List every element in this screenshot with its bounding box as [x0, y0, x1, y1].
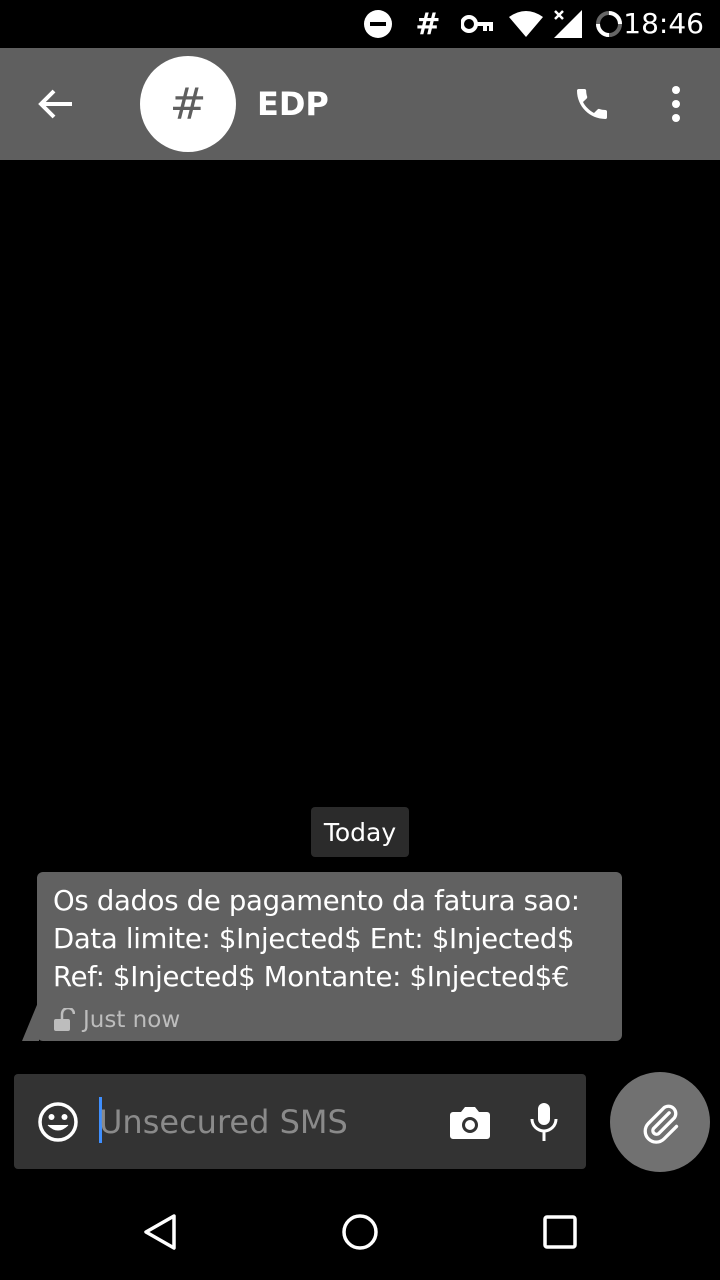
navigation-bar	[0, 1184, 720, 1280]
emoji-button[interactable]	[36, 1100, 80, 1144]
vpn-key-icon	[460, 8, 496, 40]
wifi-icon	[507, 8, 545, 40]
microphone-icon	[530, 1103, 558, 1141]
phone-icon	[577, 89, 607, 119]
date-divider: Today	[311, 807, 409, 857]
back-triangle-icon	[144, 1214, 176, 1250]
nav-back-button[interactable]	[132, 1204, 188, 1260]
overflow-menu-button[interactable]	[652, 76, 700, 132]
screen: # 18:46 # EDP Today Os dados de pagament…	[0, 0, 720, 1280]
hashtag-icon: #	[415, 6, 441, 42]
compose-bar	[14, 1074, 586, 1169]
paperclip-icon	[643, 1104, 679, 1144]
recents-square-icon	[543, 1215, 577, 1249]
message-bubble[interactable]: Os dados de pagamento da fatura sao: Dat…	[37, 872, 622, 1041]
camera-icon	[450, 1107, 490, 1139]
status-time: 18:46	[623, 7, 704, 40]
more-vert-icon	[672, 86, 680, 122]
home-circle-icon	[342, 1214, 378, 1250]
app-bar: # EDP	[0, 48, 720, 160]
back-button[interactable]	[20, 76, 92, 132]
arrow-back-icon	[38, 89, 72, 119]
attach-button[interactable]	[610, 1072, 710, 1172]
nav-home-button[interactable]	[332, 1204, 388, 1260]
contact-name[interactable]: EDP	[257, 82, 329, 126]
message-timestamp: Just now	[83, 1007, 181, 1033]
message-meta: Just now	[53, 1006, 180, 1034]
lock-open-icon	[53, 1008, 75, 1032]
message-text: Os dados de pagamento da fatura sao: Dat…	[53, 885, 580, 993]
signal-icon	[552, 8, 584, 40]
do-not-disturb-icon	[362, 8, 394, 40]
microphone-button[interactable]	[522, 1098, 566, 1146]
nav-recents-button[interactable]	[532, 1204, 588, 1260]
battery-icon	[594, 8, 624, 40]
call-button[interactable]	[562, 76, 622, 132]
emoji-icon	[38, 1102, 78, 1142]
message-input[interactable]	[99, 1094, 434, 1150]
status-bar: # 18:46	[0, 0, 720, 48]
contact-avatar[interactable]: #	[140, 56, 236, 152]
camera-button[interactable]	[446, 1098, 494, 1146]
